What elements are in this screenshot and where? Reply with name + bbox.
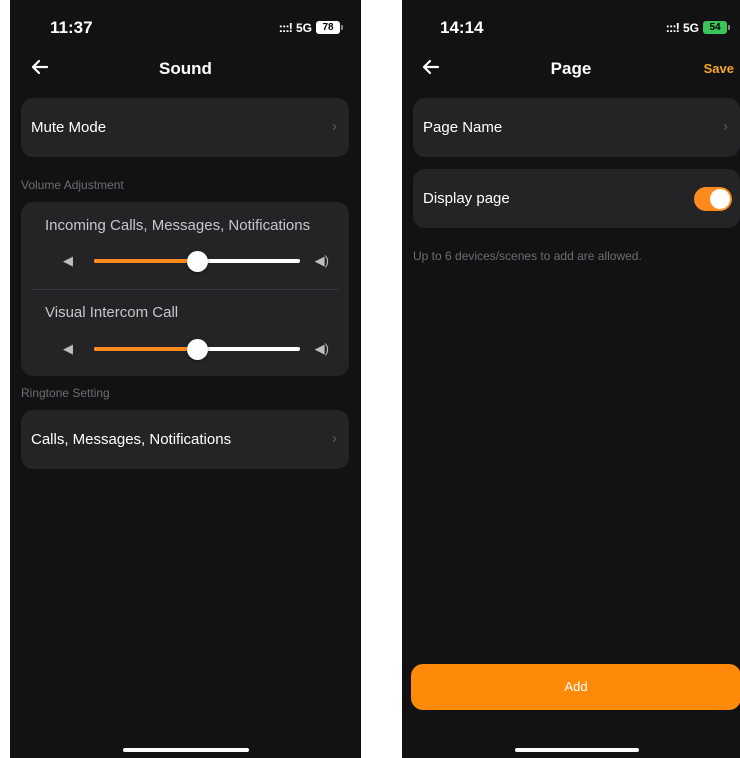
page-name-row[interactable]: Page Name › xyxy=(413,98,740,157)
slider-label-intercom: Visual Intercom Call xyxy=(45,304,179,321)
ringtone-row[interactable]: Calls, Messages, Notifications › xyxy=(21,410,349,469)
save-button[interactable]: Save xyxy=(704,61,734,76)
page-screen: 14:14 :::! 5G 54 Page Save Page Name › D… xyxy=(402,0,740,758)
add-button[interactable]: Add xyxy=(411,664,740,710)
chevron-right-icon: › xyxy=(332,118,337,135)
network-type: 5G xyxy=(682,20,699,35)
signal-icon: :::! xyxy=(665,20,680,35)
page-title: Page xyxy=(550,59,592,78)
ringtone-label: Calls, Messages, Notifications xyxy=(31,431,232,448)
volume-high-icon: ◀) xyxy=(314,253,329,268)
slider-fill xyxy=(94,347,197,351)
slider-fill xyxy=(94,259,197,263)
slider-label-notifications: Incoming Calls, Messages, Notifications xyxy=(45,217,311,234)
page-title: Sound xyxy=(159,59,212,78)
page-name-label: Page Name xyxy=(423,119,503,136)
status-indicators: :::! 5G 78 xyxy=(279,20,343,35)
chevron-right-icon: › xyxy=(332,430,337,447)
home-indicator[interactable] xyxy=(515,748,639,752)
slider-thumb[interactable] xyxy=(187,339,208,360)
ringtone-section-title: Ringtone Setting xyxy=(21,386,110,400)
divider xyxy=(31,289,339,290)
notifications-volume-slider[interactable]: ◀ ◀) xyxy=(63,250,329,272)
mute-mode-row[interactable]: Mute Mode › xyxy=(21,98,349,157)
volume-card: Incoming Calls, Messages, Notifications … xyxy=(21,202,349,376)
display-page-label: Display page xyxy=(423,190,510,207)
display-page-toggle[interactable] xyxy=(694,187,732,211)
devices-limit-hint: Up to 6 devices/scenes to add are allowe… xyxy=(413,249,642,263)
mute-mode-label: Mute Mode xyxy=(31,119,107,136)
signal-icon: :::! xyxy=(278,20,293,35)
status-time: 14:14 xyxy=(440,18,484,37)
intercom-volume-slider[interactable]: ◀ ◀) xyxy=(63,338,329,360)
slider-track xyxy=(94,339,300,360)
battery-icon: 54 xyxy=(703,21,727,34)
volume-low-icon: ◀ xyxy=(63,341,73,356)
network-type: 5G xyxy=(295,20,312,35)
slider-thumb[interactable] xyxy=(187,251,208,272)
status-indicators: :::! 5G 54 xyxy=(666,20,730,35)
status-time: 11:37 xyxy=(50,18,93,37)
chevron-right-icon: › xyxy=(723,118,728,135)
home-indicator[interactable] xyxy=(123,748,249,752)
battery-icon: 78 xyxy=(316,21,340,34)
volume-low-icon: ◀ xyxy=(63,253,73,268)
display-page-row: Display page xyxy=(413,169,740,228)
sound-screen: 11:37 :::! 5G 78 Sound Mute Mode › Volum… xyxy=(10,0,361,758)
volume-section-title: Volume Adjustment xyxy=(21,178,124,192)
toggle-knob xyxy=(710,189,730,209)
slider-track xyxy=(94,251,300,272)
volume-high-icon: ◀) xyxy=(314,341,329,356)
